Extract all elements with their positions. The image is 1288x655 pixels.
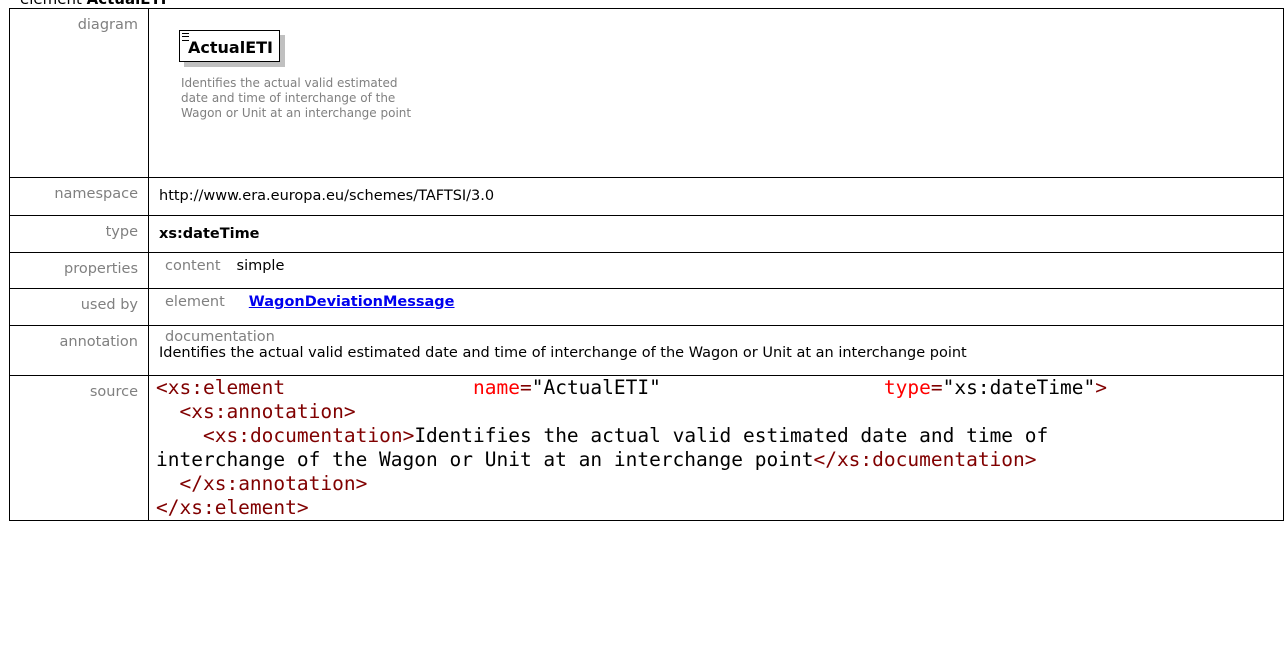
annotation-text: Identifies the actual valid estimated da… (159, 345, 967, 361)
source-line-5: </xs:annotation> (179, 472, 368, 495)
source-code: <xs:element name="ActualETI" type="xs:da… (148, 375, 1284, 521)
source-line-1: <xs:element name="ActualETI" type="xs:da… (156, 376, 1108, 399)
annotation-cell: documentation Identifies the actual vali… (148, 325, 1284, 376)
source-line-3: <xs:documentation>Identifies the actual … (202, 424, 1049, 447)
row-namespace: namespace http://www.era.europa.eu/schem… (9, 177, 1284, 216)
sequence-lines-icon (182, 33, 189, 41)
source-line-4: interchange of the Wagon or Unit at an i… (156, 448, 1037, 471)
label-source: source (9, 375, 149, 521)
used-by-link[interactable]: WagonDeviationMessage (249, 294, 455, 310)
type-value: xs:dateTime (148, 215, 1284, 253)
namespace-value: http://www.era.europa.eu/schemes/TAFTSI/… (148, 177, 1284, 216)
properties-key: content (165, 258, 221, 274)
row-properties: properties content simple (9, 252, 1284, 289)
label-type: type (9, 215, 149, 253)
used-by-kind: element (165, 294, 225, 310)
source-line-2: <xs:annotation> (179, 400, 356, 423)
used-by-cell: element WagonDeviationMessage (148, 288, 1284, 326)
heading-element-name: ActualETI (87, 0, 167, 8)
heading-prefix: element (20, 0, 87, 8)
diagram-element-box[interactable]: ActualETI (179, 30, 280, 62)
diagram-element-title: ActualETI (188, 38, 273, 57)
element-doc-table: diagram ActualETI Identifies the actual … (9, 8, 1284, 521)
row-source: source <xs:element name="ActualETI" type… (9, 375, 1284, 521)
annotation-sub-label: documentation (165, 329, 275, 345)
diagram-cell: ActualETI Identifies the actual valid es… (148, 8, 1284, 178)
row-used-by: used by element WagonDeviationMessage (9, 288, 1284, 326)
label-properties: properties (9, 252, 149, 289)
label-annotation: annotation (9, 325, 149, 376)
properties-cell: content simple (148, 252, 1284, 289)
source-line-6: </xs:element> (156, 496, 309, 519)
row-annotation: annotation documentation Identifies the … (9, 325, 1284, 376)
diagram-documentation: Identifies the actual valid estimated da… (181, 76, 412, 120)
element-heading: element ActualETI (20, 0, 166, 8)
label-namespace: namespace (9, 177, 149, 216)
row-type: type xs:dateTime (9, 215, 1284, 253)
label-used-by: used by (9, 288, 149, 326)
label-diagram: diagram (9, 8, 149, 178)
properties-value: simple (236, 258, 285, 274)
row-diagram: diagram ActualETI Identifies the actual … (9, 8, 1284, 178)
